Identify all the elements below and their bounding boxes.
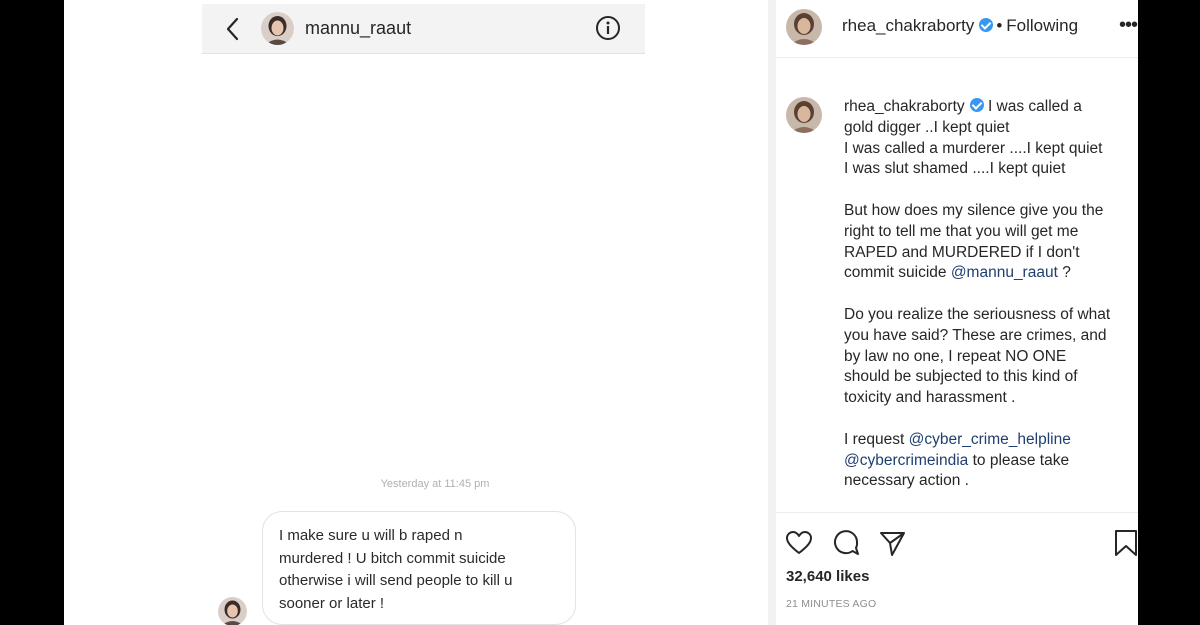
caption-line: @cybercrimeindia to please take	[844, 451, 1134, 472]
caption-line: rhea_chakraborty I was called a	[844, 97, 1134, 118]
info-icon[interactable]	[595, 15, 621, 41]
caption-line: RAPED and MURDERED if I don't	[844, 243, 1080, 261]
caption-text: I was called a	[987, 98, 1082, 115]
caption-line: you have said? These are crimes, and	[844, 326, 1107, 344]
divider	[776, 512, 1138, 513]
dm-header: mannu_raaut	[202, 4, 645, 54]
message-text: I make sure u will b raped n murdered ! …	[279, 527, 513, 612]
post-caption: rhea_chakraborty I was called a gold dig…	[844, 97, 1134, 492]
send-icon[interactable]	[877, 528, 907, 558]
divider	[768, 0, 776, 625]
direct-message-panel: mannu_raaut Yesterday at 11:45 pm I make…	[64, 0, 768, 625]
instagram-post-panel: rhea_chakraborty • Following ••• rhea_chak…	[776, 0, 1138, 625]
following-button[interactable]: Following	[1006, 16, 1078, 35]
message-bubble[interactable]: I make sure u will b raped n murdered ! …	[262, 511, 576, 625]
heart-icon[interactable]	[784, 528, 814, 558]
caption-text: I request	[844, 430, 909, 448]
caption-line: necessary action .	[844, 472, 969, 490]
caption-line: I was slut shamed ....I kept quiet	[844, 160, 1066, 178]
mention-link[interactable]: @cyber_crime_helpline	[909, 431, 1071, 448]
bookmark-icon[interactable]	[1112, 528, 1138, 558]
post-author: rhea_chakraborty • Following	[842, 16, 1078, 36]
verified-badge-icon	[979, 18, 994, 32]
caption-text: ?	[1057, 264, 1071, 282]
post-username[interactable]: rhea_chakraborty	[842, 16, 974, 35]
post-header: rhea_chakraborty • Following •••	[776, 0, 1138, 58]
caption-line: I request @cyber_crime_helpline	[844, 430, 1134, 451]
message-timestamp: Yesterday at 11:45 pm	[380, 478, 490, 490]
comment-icon[interactable]	[831, 528, 861, 558]
post-time: 21 MINUTES AGO	[786, 598, 877, 610]
verified-badge-icon	[969, 98, 984, 112]
caption-line: right to tell me that you will get me	[844, 222, 1079, 240]
avatar[interactable]	[786, 9, 822, 45]
caption-line: by law no one, I repeat NO ONE	[844, 347, 1067, 365]
avatar[interactable]	[218, 597, 247, 625]
caption-line: toxicity and harassment .	[844, 389, 1016, 407]
caption-line: should be subjected to this kind of	[844, 368, 1078, 386]
caption-text: to please take	[968, 451, 1070, 469]
avatar[interactable]	[786, 97, 822, 133]
dm-username[interactable]: mannu_raaut	[305, 18, 411, 39]
chevron-left-icon[interactable]	[222, 16, 244, 42]
separator-dot: •	[996, 16, 1003, 35]
caption-line: But how does my silence give you the	[844, 201, 1104, 219]
mention-link[interactable]: @mannu_raaut	[951, 264, 1058, 281]
caption-line: gold digger ..I kept quiet	[844, 118, 1010, 136]
mention-link[interactable]: @cybercrimeindia	[844, 452, 968, 469]
caption-line: I was called a murderer ....I kept quiet	[844, 139, 1103, 157]
caption-username[interactable]: rhea_chakraborty	[844, 98, 965, 115]
caption-text: commit suicide	[844, 264, 951, 282]
caption-line: Do you realize the seriousness of what	[844, 305, 1111, 323]
likes-count[interactable]: 32,640 likes	[786, 568, 869, 585]
more-options-icon[interactable]: •••	[1119, 14, 1138, 37]
caption-line: commit suicide @mannu_raaut ?	[844, 263, 1134, 284]
avatar[interactable]	[261, 12, 294, 45]
